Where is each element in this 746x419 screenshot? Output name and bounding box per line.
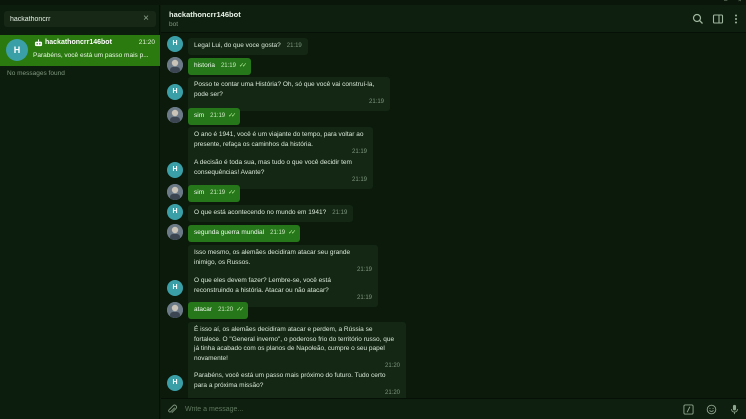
emoji-icon[interactable] [706, 404, 717, 415]
chat-time: 21:20 [138, 39, 155, 46]
message-incoming: Posso te contar uma História? Oh, só que… [188, 77, 390, 111]
read-check-icon: ✓✓ [238, 63, 247, 69]
chat-preview: Parabéns, você está um passo mais p... [33, 52, 149, 59]
sidebar-toggle-icon[interactable] [712, 13, 724, 25]
bot-icon [34, 39, 43, 47]
message-outgoing: historia 21:19 ✓✓ [188, 58, 252, 75]
avatar[interactable]: H [167, 280, 183, 296]
avatar[interactable] [167, 184, 183, 200]
message-incoming: Legal Lui, do que voce gosta? 21:19 [188, 38, 308, 55]
close-icon[interactable]: × [140, 12, 152, 25]
avatar: H [6, 39, 28, 61]
avatar[interactable] [167, 224, 183, 240]
avatar[interactable] [167, 107, 183, 123]
minimize-icon[interactable]: – [724, 0, 727, 4]
avatar[interactable]: H [167, 162, 183, 178]
message-outgoing: atacar 21:20 ✓✓ [188, 302, 249, 319]
message-input[interactable] [185, 403, 665, 416]
no-messages-label: No messages found [7, 70, 65, 77]
bot-command-icon[interactable] [683, 404, 694, 415]
avatar[interactable]: H [167, 36, 183, 52]
search-input[interactable] [10, 13, 138, 25]
avatar[interactable]: H [167, 375, 183, 391]
chat-item-hackathoncrr146bot[interactable]: H hackathoncrr146bot 21:20 Parabéns, voc… [0, 35, 160, 66]
microphone-icon[interactable] [729, 404, 740, 415]
message-outgoing: sim 21:19 ✓✓ [188, 108, 241, 125]
search-icon[interactable] [692, 13, 704, 25]
message-composer [161, 398, 746, 419]
more-vertical-icon[interactable] [730, 13, 742, 25]
chat-header: hackathoncrr146bot bot [161, 5, 746, 33]
chat-title[interactable]: hackathoncrr146bot [169, 10, 241, 19]
avatar[interactable] [167, 302, 183, 318]
message-incoming: O que está acontecendo no mundo em 1941?… [188, 205, 354, 222]
chat-name: hackathoncrr146bot [45, 39, 112, 46]
avatar[interactable] [167, 57, 183, 73]
chat-list-sidebar: × H hackathoncrr146bot 21:20 Parabéns, v… [0, 5, 160, 419]
message-history: H Legal Lui, do que voce gosta? 21:19 his… [161, 34, 746, 402]
close-window-icon[interactable]: × [738, 0, 742, 4]
avatar[interactable]: H [167, 84, 183, 100]
read-check-icon: ✓✓ [236, 307, 244, 313]
message-incoming: Parabéns, você está um passo mais próxim… [188, 368, 406, 402]
message-outgoing: sim 21:19 ✓✓ [188, 185, 241, 202]
message-outgoing: segunda guerra mundial 21:19 ✓✓ [188, 225, 301, 242]
attach-icon[interactable] [167, 404, 178, 415]
read-check-icon: ✓✓ [228, 190, 236, 196]
read-check-icon: ✓✓ [288, 230, 296, 236]
message-incoming: A decisão é toda sua, mas tudo o que voc… [188, 155, 373, 189]
read-check-icon: ✓✓ [228, 113, 236, 119]
chat-subtitle: bot [169, 21, 179, 28]
message-incoming: É isso aí, os alemães decidiram atacar e… [188, 322, 406, 375]
search-box: × [4, 11, 156, 27]
avatar[interactable]: H [167, 204, 183, 220]
